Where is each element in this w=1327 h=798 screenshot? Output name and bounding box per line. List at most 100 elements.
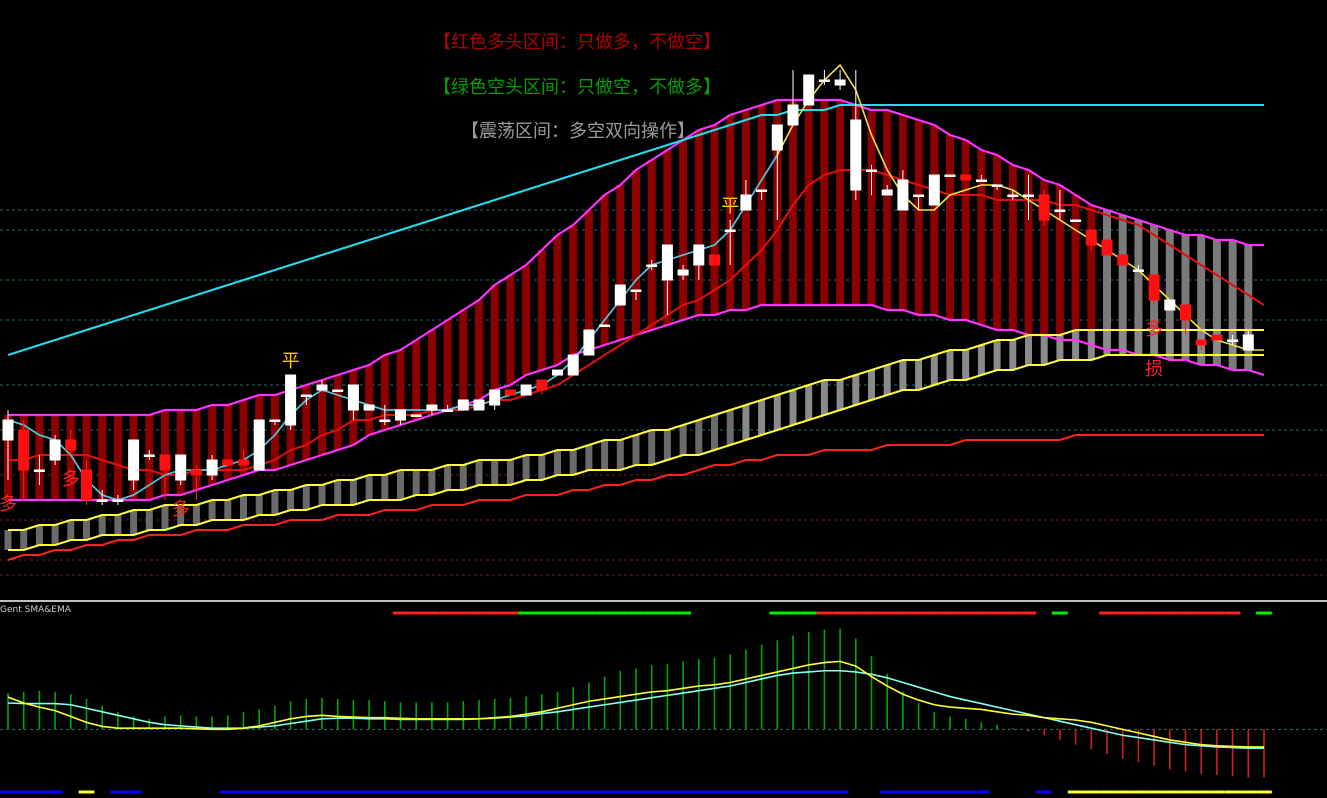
candle-body [1164, 299, 1176, 311]
candle-body [740, 194, 752, 211]
candle-body [143, 454, 155, 457]
candle [1038, 190, 1050, 225]
candle-body [379, 419, 391, 422]
candle-body [33, 469, 45, 472]
candle [709, 254, 720, 266]
candle [175, 454, 187, 485]
candle-body [599, 324, 611, 327]
candle-body [787, 104, 799, 126]
candle [253, 419, 265, 471]
candle-body [96, 499, 108, 502]
candle [363, 404, 375, 411]
candle-body [222, 459, 234, 466]
candle-body [112, 499, 124, 502]
signal-buy: 多 [0, 494, 17, 515]
candle-body [238, 459, 249, 466]
candle-body [567, 354, 579, 376]
candle-body [536, 379, 548, 391]
candle [567, 354, 579, 376]
chart-canvas: 多多多平平多损 [0, 63, 1327, 794]
candle-body [253, 419, 265, 471]
candle-body [552, 369, 563, 376]
candle-body [269, 419, 281, 422]
candle-body [1242, 334, 1254, 351]
candle [222, 459, 234, 466]
candle [410, 414, 422, 417]
candle-body [504, 389, 516, 396]
candle-body [1227, 339, 1239, 342]
candle-body [818, 79, 830, 82]
signal-close: 平 [721, 196, 739, 217]
candle [1101, 239, 1113, 256]
candle-body [614, 284, 626, 306]
candle-body [442, 409, 454, 412]
candle-body [693, 244, 705, 266]
candle-body [834, 79, 846, 86]
candle-body [1211, 334, 1223, 341]
candle-body [661, 244, 673, 281]
candle [473, 399, 485, 411]
candle-body [1007, 194, 1019, 197]
candle-body [426, 404, 438, 411]
indicator-info: Gent SMA&EMA [0, 605, 71, 615]
candle [614, 284, 626, 306]
signal-buy: 多 [1145, 319, 1163, 340]
signal-stop: 损 [1145, 359, 1163, 380]
candle-body [206, 459, 218, 476]
candle-body [1101, 239, 1113, 256]
candle [1148, 274, 1160, 305]
candle-body [18, 429, 30, 471]
candle [787, 70, 799, 126]
candle-body [756, 189, 768, 192]
candle-body [128, 439, 140, 481]
candle-body [1038, 194, 1050, 221]
candle [552, 369, 563, 376]
candle-body [410, 414, 422, 417]
candle-body [866, 169, 877, 172]
candle-body [159, 454, 171, 471]
candle [1070, 219, 1082, 222]
main-price-panel: 多多多平平多损 [0, 63, 1327, 602]
candle [599, 324, 611, 327]
candle [536, 379, 548, 395]
candle [944, 174, 956, 177]
candle [49, 435, 61, 465]
candle [850, 70, 862, 200]
candle [583, 329, 595, 356]
candle-body [881, 189, 893, 196]
candle-body [646, 264, 658, 267]
candle [504, 389, 516, 396]
candle-body [1180, 304, 1191, 321]
candle [960, 174, 972, 181]
candle [803, 74, 815, 106]
candle-body [913, 194, 925, 197]
candle-body [332, 389, 344, 392]
signal-close: 平 [282, 351, 300, 372]
oscillator-panel [0, 611, 1327, 794]
candle-body [850, 119, 862, 191]
candle-body [991, 184, 1003, 187]
candle-body [1085, 229, 1097, 246]
signal-buy: 多 [172, 499, 190, 520]
candle-body [944, 174, 956, 177]
signal-buy: 多 [62, 469, 80, 490]
candle-body [1070, 219, 1082, 222]
candle-body [975, 179, 987, 182]
candle-body [1054, 209, 1066, 212]
candle-body [630, 289, 642, 292]
candle-body [395, 409, 406, 421]
candle [1164, 299, 1176, 311]
candle-body [1148, 274, 1160, 301]
candle [285, 374, 297, 430]
candle-body [928, 174, 940, 206]
candle-body [316, 384, 328, 391]
candle-body [803, 74, 815, 106]
candle [489, 389, 501, 410]
candle [332, 389, 344, 392]
candle-body [897, 179, 909, 211]
candle [457, 399, 469, 411]
candle-body [175, 454, 187, 481]
candle-body [49, 439, 61, 461]
candle-body [473, 399, 485, 411]
candle-body [347, 384, 359, 411]
